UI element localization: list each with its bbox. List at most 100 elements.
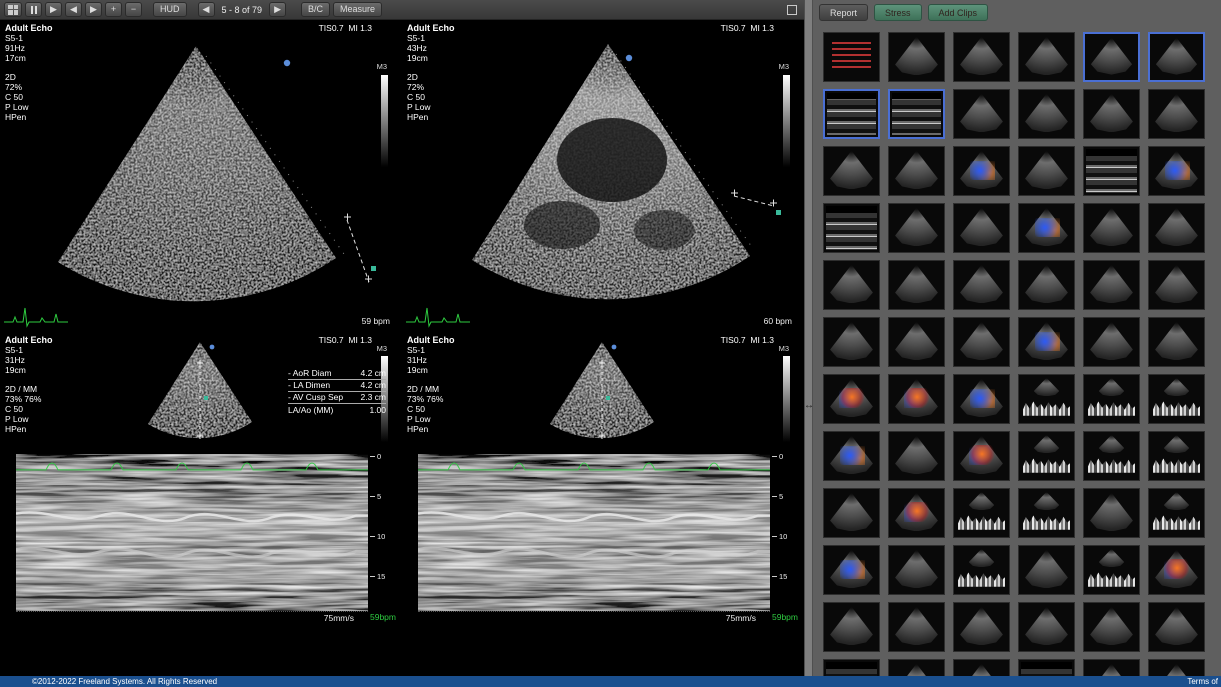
thumbnail[interactable] (1018, 260, 1075, 310)
thumbnail[interactable] (1018, 431, 1075, 481)
thumbnail[interactable] (1018, 602, 1075, 652)
thumbnail[interactable] (888, 89, 945, 139)
thumbnail[interactable] (1083, 203, 1140, 253)
thumbnail[interactable] (823, 659, 880, 676)
thumbnail[interactable] (823, 317, 880, 367)
thumbnail[interactable] (1083, 488, 1140, 538)
thumbnail[interactable] (1018, 203, 1075, 253)
thumbnail[interactable] (888, 203, 945, 253)
hud-button[interactable]: HUD (153, 2, 187, 17)
zoom-in-button[interactable]: + (105, 2, 122, 17)
thumbnail[interactable] (823, 602, 880, 652)
thumbnail[interactable] (1148, 260, 1205, 310)
thumbnail[interactable] (823, 203, 880, 253)
layout-grid-button[interactable] (4, 2, 22, 17)
thumbnail[interactable] (953, 488, 1010, 538)
prev-page-button[interactable]: ◀ (198, 2, 215, 17)
thumbnail[interactable] (1018, 146, 1075, 196)
thumbnail[interactable] (1148, 317, 1205, 367)
thumbnail[interactable] (1018, 32, 1075, 82)
thumbnail[interactable] (953, 602, 1010, 652)
thumbnail[interactable] (1018, 89, 1075, 139)
stress-button[interactable]: Stress (874, 4, 922, 21)
terms-link[interactable]: Terms of (1187, 677, 1218, 686)
thumbnail[interactable] (823, 545, 880, 595)
thumbnail[interactable] (1148, 146, 1205, 196)
pause-button[interactable] (25, 2, 42, 17)
thumbnail[interactable] (1018, 317, 1075, 367)
thumbnail[interactable] (1148, 32, 1205, 82)
thumbnail[interactable] (823, 260, 880, 310)
thumbnail[interactable] (888, 602, 945, 652)
thumbnail-image (956, 377, 1007, 421)
thumbnail[interactable] (888, 488, 945, 538)
thumbnail[interactable] (953, 431, 1010, 481)
thumbnail[interactable] (1148, 89, 1205, 139)
viewport-1[interactable]: Adult Echo S5-1 91Hz 17cm 2D 72% C 50 P … (0, 20, 402, 332)
thumbnail[interactable] (888, 317, 945, 367)
thumbnail[interactable] (888, 545, 945, 595)
thumbnail[interactable] (1148, 431, 1205, 481)
viewport-2[interactable]: Adult Echo S5-1 43Hz 19cm 2D 72% C 50 P … (402, 20, 804, 332)
thumbnail[interactable] (953, 374, 1010, 424)
brightness-contrast-button[interactable]: B/C (301, 2, 330, 17)
thumbnail[interactable] (1083, 431, 1140, 481)
panel-splitter[interactable]: ↔ (804, 0, 813, 676)
thumbnail[interactable] (888, 374, 945, 424)
thumbnail[interactable] (953, 146, 1010, 196)
thumbnail[interactable] (888, 659, 945, 676)
thumbnail[interactable] (823, 89, 880, 139)
thumbnail[interactable] (953, 545, 1010, 595)
thumbnail[interactable] (1083, 89, 1140, 139)
thumbnail[interactable] (823, 32, 880, 82)
thumbnail[interactable] (888, 431, 945, 481)
viewport-4[interactable]: Adult Echo S5-1 31Hz 19cm 2D / MM 73% 76… (402, 332, 804, 676)
depth-tick: 15 (772, 572, 787, 581)
thumbnail[interactable] (1083, 545, 1140, 595)
thumbnail[interactable] (823, 488, 880, 538)
thumbnail[interactable] (1083, 260, 1140, 310)
thumbnail[interactable] (1083, 659, 1140, 676)
thumbnail[interactable] (1018, 488, 1075, 538)
thumbnail[interactable] (953, 203, 1010, 253)
thumbnail[interactable] (1148, 488, 1205, 538)
thumbnail[interactable] (1148, 659, 1205, 676)
thumbnail[interactable] (888, 32, 945, 82)
add-clips-button[interactable]: Add Clips (928, 4, 989, 21)
report-button[interactable]: Report (819, 4, 868, 21)
thumbnail[interactable] (823, 146, 880, 196)
thumbnail[interactable] (1148, 602, 1205, 652)
thumbnail[interactable] (953, 317, 1010, 367)
thumbnail[interactable] (1083, 317, 1140, 367)
thumbnail[interactable] (953, 260, 1010, 310)
depth-tick: 10 (370, 532, 385, 541)
thumbnail[interactable] (888, 260, 945, 310)
next-page-button[interactable]: ▶ (269, 2, 286, 17)
thumbnail-image (956, 605, 1007, 649)
thumbnail[interactable] (888, 146, 945, 196)
thumbnail[interactable] (1018, 374, 1075, 424)
thumbnail[interactable] (1083, 374, 1140, 424)
thumbnail[interactable] (953, 32, 1010, 82)
thumbnail[interactable] (1148, 374, 1205, 424)
thumbnail[interactable] (823, 374, 880, 424)
fullscreen-button[interactable] (784, 3, 799, 17)
viewport-3[interactable]: Adult Echo S5-1 31Hz 19cm 2D / MM 73% 76… (0, 332, 402, 676)
thumbnail[interactable] (1018, 545, 1075, 595)
thumbnail-image (891, 320, 942, 364)
thumbnail[interactable] (1083, 146, 1140, 196)
step-forward-button[interactable]: ▶ (85, 2, 102, 17)
thumbnail[interactable] (1148, 203, 1205, 253)
step-back-button[interactable]: ◀ (65, 2, 82, 17)
thumbnail[interactable] (1083, 32, 1140, 82)
thumbnail[interactable] (1148, 545, 1205, 595)
measure-button[interactable]: Measure (333, 2, 382, 17)
zoom-out-button[interactable]: − (125, 2, 142, 17)
play-button[interactable]: ▶ (45, 2, 62, 17)
thumbnail[interactable] (823, 431, 880, 481)
thumbnail[interactable] (953, 659, 1010, 676)
thumbnail-image (1086, 662, 1137, 676)
thumbnail[interactable] (1018, 659, 1075, 676)
thumbnail[interactable] (953, 89, 1010, 139)
thumbnail[interactable] (1083, 602, 1140, 652)
